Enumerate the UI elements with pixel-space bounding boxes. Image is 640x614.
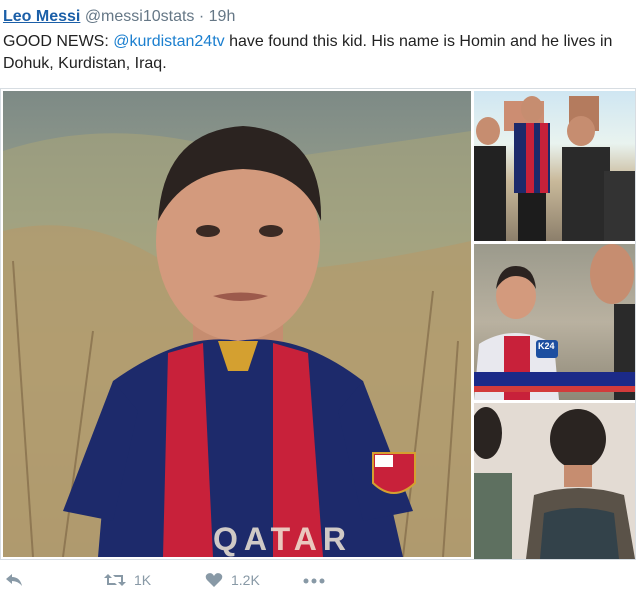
more-button[interactable] (302, 569, 326, 589)
group-photo[interactable] (474, 91, 635, 241)
display-name[interactable]: Leo Messi (3, 8, 80, 25)
handle[interactable]: @messi10stats (85, 8, 195, 25)
group-illustration (474, 96, 635, 241)
like-count: 1.2K (231, 572, 260, 588)
timestamp[interactable]: 19h (209, 8, 236, 25)
back-view-photo[interactable] (474, 403, 635, 559)
more-icon (303, 578, 325, 584)
reply-icon (6, 574, 22, 586)
back-view-illustration (474, 403, 635, 559)
tweet-text: GOOD NEWS: @kurdistan24tv have found thi… (3, 31, 633, 75)
heart-icon (205, 573, 223, 587)
tweet-text-prefix: GOOD NEWS: (3, 33, 114, 50)
retweet-button[interactable]: 1K (104, 572, 151, 588)
separator: · (198, 8, 205, 25)
like-button[interactable]: 1.2K (205, 572, 260, 588)
tv-logo: K24 (538, 341, 555, 351)
tweet-actions: 1K 1.2K (0, 566, 640, 596)
boy-portrait-illustration (3, 126, 471, 557)
retweet-count: 1K (134, 572, 152, 588)
retweet-icon (104, 574, 126, 586)
club-crest (372, 452, 416, 494)
tv-interview-photo[interactable]: K24 (474, 244, 635, 400)
interview-illustration (474, 244, 635, 400)
tweet-header: Leo Messi @messi10stats · 19h (3, 7, 235, 27)
jersey-sponsor-text: QATAR (213, 521, 353, 557)
tweet-media-grid[interactable]: QATAR K24 (0, 88, 636, 560)
reply-button[interactable] (5, 572, 23, 588)
main-photo[interactable]: QATAR (3, 91, 471, 557)
mention-link[interactable]: @kurdistan24tv (113, 33, 224, 50)
